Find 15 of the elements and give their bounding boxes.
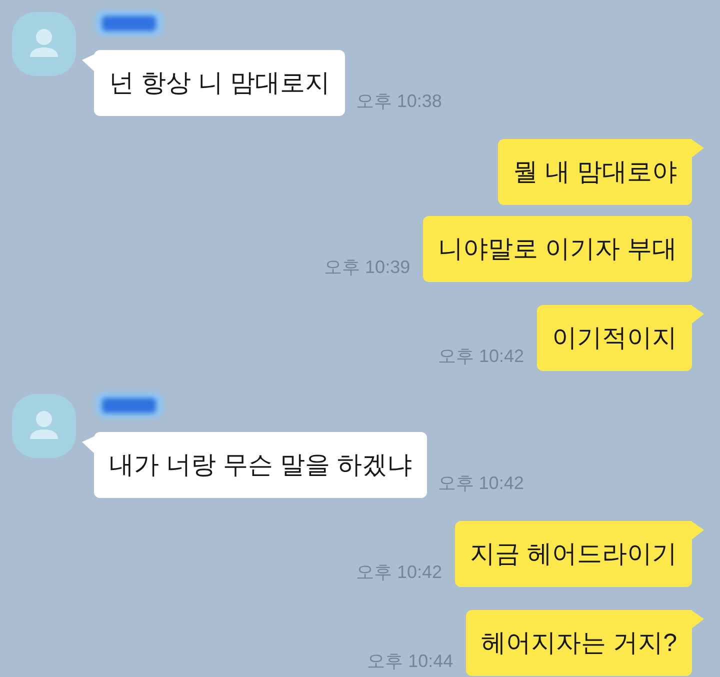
message-bubble: 넌 항상 니 맘대로지 [94,50,345,116]
message-bubble: 내가 너랑 무슨 말을 하겠냐 [94,432,427,498]
message-time: 오후 10:38 [356,92,442,110]
message-bubble: 니야말로 이기자 부대 [423,216,692,282]
message-bubble: 헤어지자는 거지? [466,610,692,676]
message-time: 오후 10:42 [438,474,524,492]
message-bubble: 지금 헤어드라이기 [455,521,692,587]
message-bubble: 뭘 내 맘대로야 [498,139,692,205]
person-avatar-icon[interactable] [12,12,76,76]
message-time: 오후 10:42 [356,563,442,581]
message-time: 오후 10:39 [324,258,410,276]
message-bubble: 이기적이지 [537,305,692,371]
message-time: 오후 10:44 [367,652,454,670]
message-time: 오후 10:42 [438,347,524,365]
person-avatar-icon[interactable] [12,394,76,458]
